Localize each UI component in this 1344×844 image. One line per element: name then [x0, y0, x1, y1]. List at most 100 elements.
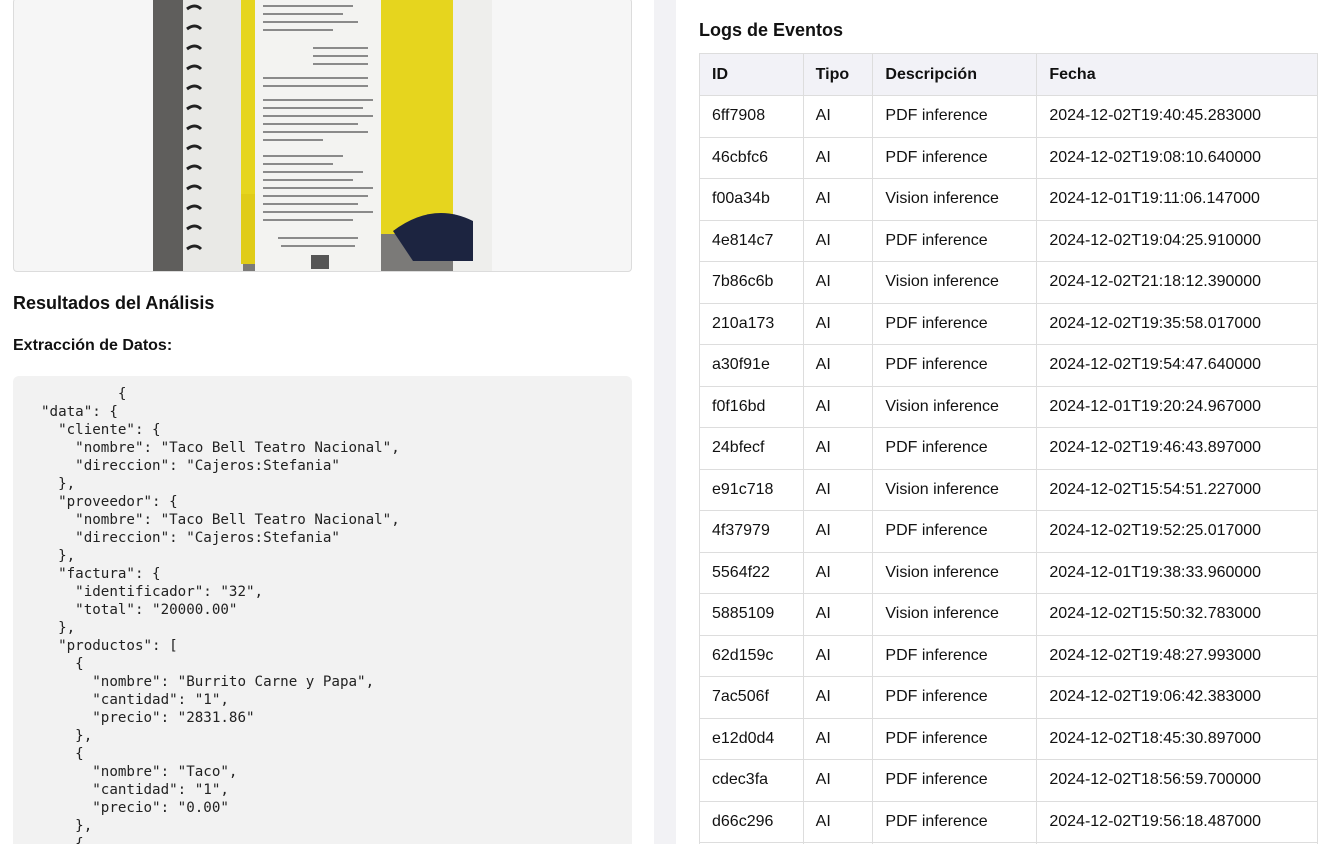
cell-descripcion: Vision inference	[872, 593, 1038, 636]
cell-descripcion: PDF inference	[872, 759, 1038, 802]
receipt-photo-image	[153, 0, 492, 271]
event-logs-table: ID Tipo Descripción Fecha 6ff7908 AI PDF i…	[699, 53, 1318, 844]
cell-id: d66c296	[699, 800, 804, 843]
cell-tipo: AI	[802, 759, 874, 802]
cell-tipo: AI	[802, 717, 874, 760]
event-logs-body: 6ff7908 AI PDF inference 2024-12-02T19:40:4…	[699, 95, 1318, 844]
cell-fecha: 2024-12-02T19:04:25.910000	[1036, 219, 1318, 262]
cell-tipo: AI	[802, 551, 874, 594]
cell-id: f0f16bd	[699, 385, 804, 428]
table-row: a30f91e AI PDF inference 2024-12-02T19:54:4…	[699, 344, 1318, 387]
cell-fecha: 2024-12-02T19:52:25.017000	[1036, 510, 1318, 553]
cell-descripcion: Vision inference	[872, 261, 1038, 304]
cell-descripcion: PDF inference	[872, 676, 1038, 719]
cell-tipo: AI	[802, 261, 874, 304]
cell-descripcion: Vision inference	[872, 178, 1038, 221]
cell-id: 4e814c7	[699, 219, 804, 262]
cell-fecha: 2024-12-02T19:56:18.487000	[1036, 800, 1318, 843]
cell-fecha: 2024-12-02T19:46:43.897000	[1036, 427, 1318, 470]
cell-descripcion: PDF inference	[872, 427, 1038, 470]
cell-fecha: 2024-12-02T19:06:42.383000	[1036, 676, 1318, 719]
table-row: 24bfecf AI PDF inference 2024-12-02T19:46:4…	[699, 427, 1318, 470]
cell-id: 7b86c6b	[699, 261, 804, 304]
table-row: 5885109 AI Vision inference 2024-12-02T15:5…	[699, 593, 1318, 636]
cell-id: a30f91e	[699, 344, 804, 387]
cell-descripcion: PDF inference	[872, 219, 1038, 262]
table-row: 4e814c7 AI PDF inference 2024-12-02T19:04:2…	[699, 219, 1318, 262]
analysis-panel: Resultados del Análisis Extracción de Da…	[0, 0, 654, 844]
column-header-tipo: Tipo	[802, 53, 874, 96]
cell-fecha: 2024-12-02T18:56:59.700000	[1036, 759, 1318, 802]
cell-fecha: 2024-12-02T15:54:51.227000	[1036, 468, 1318, 511]
cell-fecha: 2024-12-01T19:11:06.147000	[1036, 178, 1318, 221]
cell-fecha: 2024-12-02T19:54:47.640000	[1036, 344, 1318, 387]
cell-tipo: AI	[802, 800, 874, 843]
cell-id: 4f37979	[699, 510, 804, 553]
data-extraction-title: Extracción de Datos:	[13, 337, 173, 354]
cell-fecha: 2024-12-01T19:38:33.960000	[1036, 551, 1318, 594]
cell-descripcion: Vision inference	[872, 551, 1038, 594]
event-logs-title: Logs de Eventos	[699, 20, 844, 40]
cell-tipo: AI	[802, 385, 874, 428]
table-row: 5564f22 AI Vision inference 2024-12-01T19:3…	[699, 551, 1318, 594]
column-header-id: ID	[699, 53, 804, 96]
cell-tipo: AI	[802, 468, 874, 511]
table-row: cdec3fa AI PDF inference 2024-12-02T18:56:5…	[699, 759, 1318, 802]
table-header-row: ID Tipo Descripción Fecha	[699, 53, 1318, 96]
table-row: e12d0d4 AI PDF inference 2024-12-02T18:45:3…	[699, 717, 1318, 760]
cell-descripcion: PDF inference	[872, 800, 1038, 843]
table-row: 62d159c AI PDF inference 2024-12-02T19:48:2…	[699, 634, 1318, 677]
cell-id: 6ff7908	[699, 95, 804, 138]
cell-descripcion: PDF inference	[872, 717, 1038, 760]
analysis-results-title: Resultados del Análisis	[13, 293, 215, 313]
cell-id: 210a173	[699, 302, 804, 345]
column-header-descripcion: Descripción	[872, 53, 1038, 96]
table-row: 4f37979 AI PDF inference 2024-12-02T19:52:2…	[699, 510, 1318, 553]
cell-fecha: 2024-12-02T19:48:27.993000	[1036, 634, 1318, 677]
extracted-json-output: { "data": { "cliente": { "nombre": "Taco…	[13, 376, 632, 844]
cell-tipo: AI	[802, 634, 874, 677]
cell-id: 5564f22	[699, 551, 804, 594]
cell-tipo: AI	[802, 593, 874, 636]
cell-descripcion: PDF inference	[872, 302, 1038, 345]
cell-tipo: AI	[802, 302, 874, 345]
cell-descripcion: PDF inference	[872, 344, 1038, 387]
table-row: f0f16bd AI Vision inference 2024-12-01T19:2…	[699, 385, 1318, 428]
cell-id: 5885109	[699, 593, 804, 636]
cell-descripcion: PDF inference	[872, 136, 1038, 179]
cell-fecha: 2024-12-02T19:08:10.640000	[1036, 136, 1318, 179]
receipt-image-card	[13, 0, 632, 272]
table-row: 210a173 AI PDF inference 2024-12-02T19:35:5…	[699, 302, 1318, 345]
cell-id: f00a34b	[699, 178, 804, 221]
cell-fecha: 2024-12-02T15:50:32.783000	[1036, 593, 1318, 636]
cell-descripcion: Vision inference	[872, 385, 1038, 428]
cell-descripcion: PDF inference	[872, 510, 1038, 553]
cell-tipo: AI	[802, 344, 874, 387]
cell-descripcion: PDF inference	[872, 634, 1038, 677]
cell-id: 62d159c	[699, 634, 804, 677]
cell-tipo: AI	[802, 136, 874, 179]
receipt-photo	[153, 0, 492, 271]
cell-tipo: AI	[802, 676, 874, 719]
event-logs-panel: Logs de Eventos ID Tipo Descripción Fech…	[676, 0, 1344, 844]
cell-fecha: 2024-12-02T18:45:30.897000	[1036, 717, 1318, 760]
cell-id: e12d0d4	[699, 717, 804, 760]
table-row: f00a34b AI Vision inference 2024-12-01T19:1…	[699, 178, 1318, 221]
cell-descripcion: PDF inference	[872, 95, 1038, 138]
cell-tipo: AI	[802, 427, 874, 470]
cell-fecha: 2024-12-02T21:18:12.390000	[1036, 261, 1318, 304]
cell-descripcion: Vision inference	[872, 468, 1038, 511]
cell-tipo: AI	[802, 178, 874, 221]
cell-tipo: AI	[802, 219, 874, 262]
table-row: 7ac506f AI PDF inference 2024-12-02T19:06:4…	[699, 676, 1318, 719]
cell-id: cdec3fa	[699, 759, 804, 802]
table-row: 46cbfc6 AI PDF inference 2024-12-02T19:08:1…	[699, 136, 1318, 179]
table-row: 6ff7908 AI PDF inference 2024-12-02T19:40:4…	[699, 95, 1318, 138]
cell-fecha: 2024-12-02T19:35:58.017000	[1036, 302, 1318, 345]
cell-id: 46cbfc6	[699, 136, 804, 179]
cell-id: 7ac506f	[699, 676, 804, 719]
cell-tipo: AI	[802, 510, 874, 553]
cell-id: e91c718	[699, 468, 804, 511]
cell-id: 24bfecf	[699, 427, 804, 470]
cell-tipo: AI	[802, 95, 874, 138]
